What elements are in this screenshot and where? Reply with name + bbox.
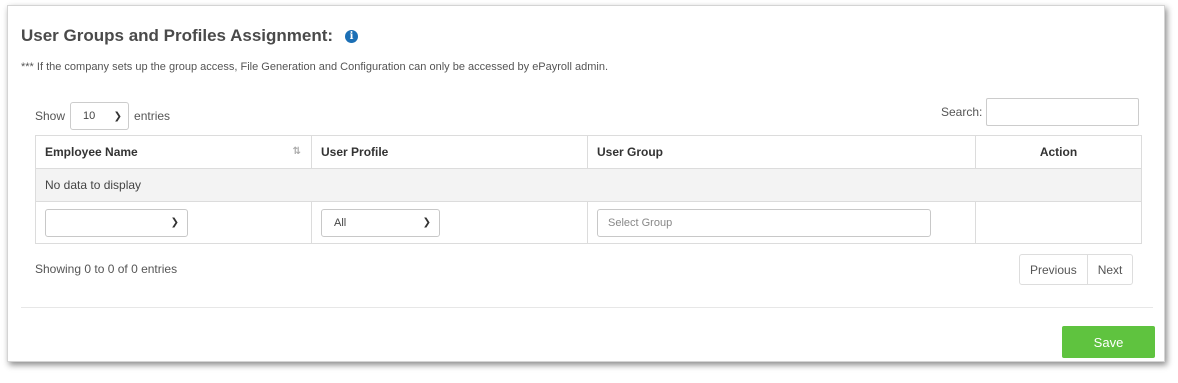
chevron-down-icon: ❯ (170, 217, 179, 228)
info-icon[interactable]: i (345, 29, 359, 43)
column-label: Employee Name (45, 145, 138, 159)
page-title: User Groups and Profiles Assignment: i (21, 26, 359, 46)
pagination: Previous Next (1019, 254, 1134, 285)
column-header-user-profile[interactable]: User Profile (311, 135, 588, 169)
divider (21, 307, 1153, 308)
chevron-down-icon: ❯ (113, 110, 123, 122)
sort-icon[interactable]: ⇅ (293, 146, 301, 157)
user-profile-filter-value: All (334, 216, 347, 229)
column-header-action: Action (975, 135, 1142, 169)
search-control: Search: (941, 98, 1140, 126)
page-length-control: Show 10 ❯ entries (35, 102, 170, 130)
entries-label: entries (134, 109, 171, 123)
page-length-select[interactable]: 10 ❯ (70, 102, 130, 130)
chevron-down-icon: ❯ (422, 217, 431, 228)
employee-filter-cell: ❯ (35, 201, 312, 244)
table-header-row: Employee Name ⇅ User Profile User Group … (35, 135, 1142, 169)
previous-button[interactable]: Previous (1020, 255, 1087, 284)
employee-name-filter-select[interactable]: ❯ (45, 208, 188, 237)
assignment-panel: User Groups and Profiles Assignment: i *… (7, 5, 1165, 362)
column-header-employee-name[interactable]: Employee Name ⇅ (35, 135, 312, 169)
search-input[interactable] (986, 98, 1140, 126)
filter-row: ❯ All ❯ Select Group (35, 201, 1142, 244)
column-header-user-group[interactable]: User Group (587, 135, 976, 169)
group-filter-cell: Select Group (587, 201, 976, 244)
show-label: Show (35, 109, 66, 123)
user-group-filter-input[interactable]: Select Group (597, 208, 931, 237)
next-button[interactable]: Next (1086, 255, 1133, 284)
assignment-table: Employee Name ⇅ User Profile User Group … (35, 135, 1142, 244)
user-profile-filter-select[interactable]: All ❯ (321, 208, 440, 237)
page-title-text: User Groups and Profiles Assignment: (21, 26, 334, 45)
search-label: Search: (941, 105, 983, 119)
access-note: *** If the company sets up the group acc… (21, 61, 609, 73)
empty-message: No data to display (35, 168, 1142, 202)
page-length-value: 10 (83, 110, 96, 122)
save-button[interactable]: Save (1062, 326, 1155, 358)
table-empty-row: No data to display (35, 168, 1142, 202)
table-info: Showing 0 to 0 of 0 entries (35, 262, 178, 276)
action-filter-cell (975, 201, 1142, 244)
profile-filter-cell: All ❯ (311, 201, 588, 244)
